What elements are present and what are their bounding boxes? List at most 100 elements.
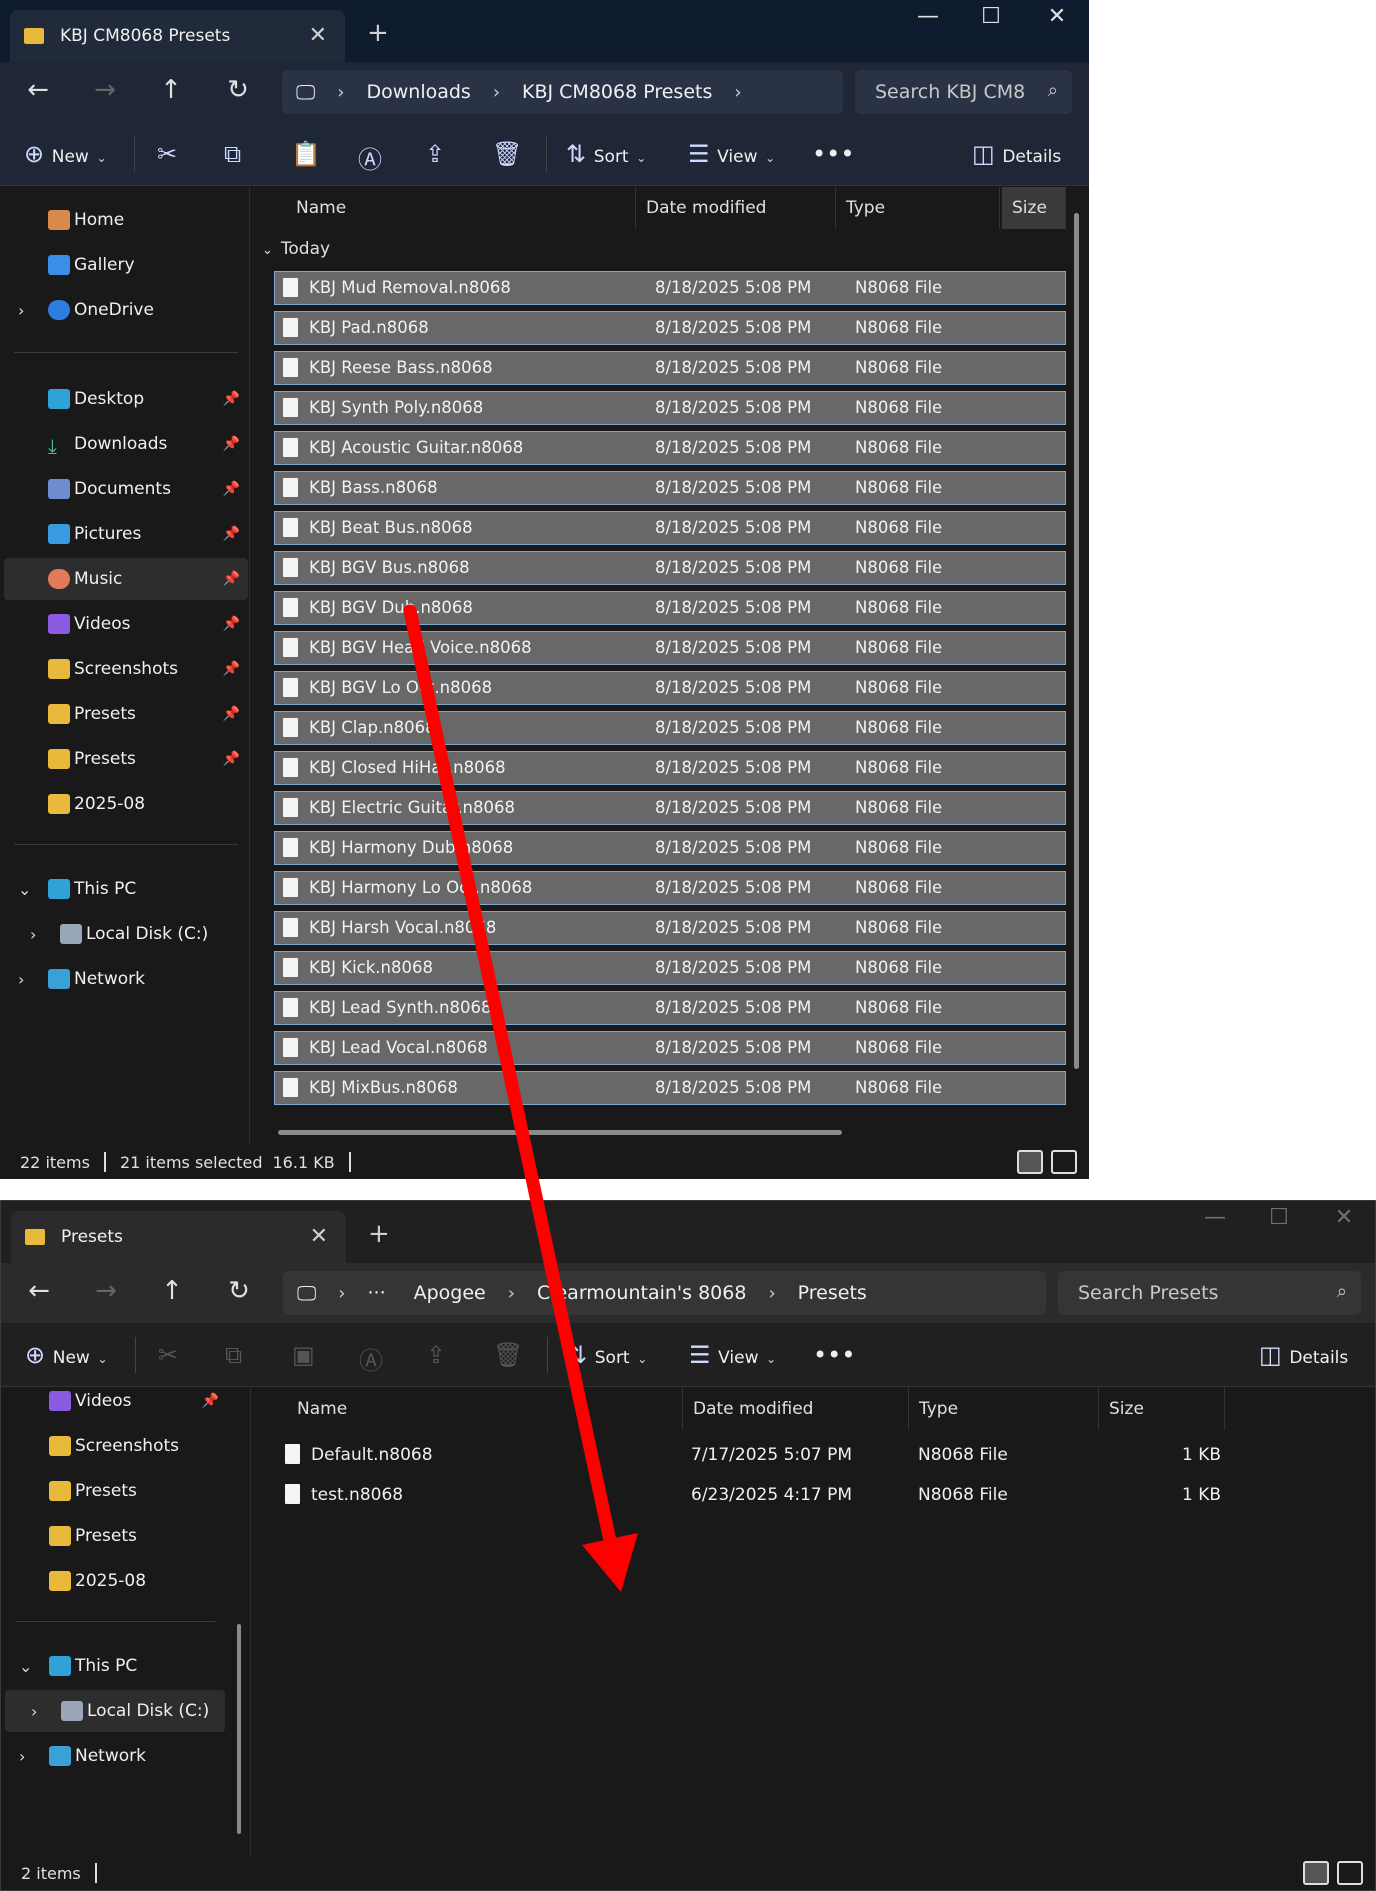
file-row[interactable]: KBJ Clap.n8068 8/18/2025 5:08 PM N8068 Fil… <box>274 711 1066 745</box>
chevron-right-icon[interactable]: › <box>18 301 24 320</box>
breadcrumb-ellipsis[interactable]: ··· <box>367 1282 385 1304</box>
delete-icon[interactable]: 🗑 <box>492 140 522 168</box>
breadcrumb-presets[interactable]: Presets <box>798 1282 867 1304</box>
sort-button[interactable]: ⇅ Sort ⌄ <box>566 140 646 168</box>
file-row[interactable]: KBJ Reese Bass.n8068 8/18/2025 5:08 PM N80… <box>274 351 1066 385</box>
breadcrumb-clearmountain[interactable]: Clearmountain's 8068 <box>537 1282 747 1304</box>
sort-button[interactable]: ⇅ Sort ⌄ <box>567 1341 647 1369</box>
chevron-right-icon[interactable]: › <box>19 1747 25 1766</box>
chevron-right-icon[interactable]: › <box>30 925 36 944</box>
sidebar-item-2025-08[interactable]: 2025-08 <box>5 1560 249 1602</box>
sidebar-item-gallery[interactable]: Gallery <box>4 244 248 286</box>
chevron-down-icon[interactable]: ⌄ <box>19 1657 32 1676</box>
more-options-icon[interactable]: ••• <box>813 1341 855 1369</box>
file-row[interactable]: KBJ MixBus.n8068 8/18/2025 5:08 PM N8068 F… <box>274 1071 1066 1105</box>
sidebar-item-downloads[interactable]: ⤓ Downloads 📌 <box>4 423 248 465</box>
file-row[interactable]: KBJ Synth Poly.n8068 8/18/2025 5:08 PM N80… <box>274 391 1066 425</box>
sidebar-item-presets[interactable]: Presets 📌 <box>4 693 248 735</box>
file-row[interactable]: KBJ Lead Synth.n8068 8/18/2025 5:08 PM N80… <box>274 991 1066 1025</box>
close-window-button[interactable]: ✕ <box>1324 1205 1364 1230</box>
rename-icon[interactable]: Ⓐ <box>358 140 382 175</box>
file-row[interactable]: KBJ Harmony Dub.n8068 8/18/2025 5:08 PM N8… <box>274 831 1066 865</box>
sidebar-item-pictures[interactable]: Pictures 📌 <box>4 513 248 555</box>
refresh-button[interactable]: ↻ <box>220 75 256 105</box>
file-row[interactable]: KBJ Harsh Vocal.n8068 8/18/2025 5:08 PM N8… <box>274 911 1066 945</box>
details-button[interactable]: ◫ Details <box>1259 1341 1348 1369</box>
chevron-down-icon[interactable]: ⌄ <box>18 880 31 899</box>
file-row[interactable]: KBJ BGV Head Voice.n8068 8/18/2025 5:08 P… <box>274 631 1066 665</box>
file-row[interactable]: KBJ Bass.n8068 8/18/2025 5:08 PM N8068 Fil… <box>274 471 1066 505</box>
tab-presets[interactable]: Presets ✕ <box>11 1211 346 1263</box>
file-row[interactable]: KBJ BGV Bus.n8068 8/18/2025 5:08 PM N8068 … <box>274 551 1066 585</box>
back-button[interactable]: ← <box>20 75 56 105</box>
sidebar-item-this-pc[interactable]: ⌄ This PC <box>4 868 248 910</box>
forward-button[interactable]: → <box>88 1276 124 1306</box>
file-row[interactable]: KBJ Pad.n8068 8/18/2025 5:08 PM N8068 File <box>274 311 1066 345</box>
sidebar-item-presets[interactable]: Presets 📌 <box>4 738 248 780</box>
column-header-type[interactable]: Type <box>836 187 1000 229</box>
view-button[interactable]: ☰ View ⌄ <box>689 1341 776 1369</box>
file-row[interactable]: KBJ BGV Lo Oct.n8068 8/18/2025 5:08 PM N80… <box>274 671 1066 705</box>
breadcrumb-apogee[interactable]: Apogee <box>414 1282 486 1304</box>
tiles-view-icon[interactable] <box>1051 1150 1077 1174</box>
details-button[interactable]: ◫ Details <box>972 140 1061 168</box>
up-button[interactable]: ↑ <box>153 75 189 105</box>
new-tab-button[interactable]: + <box>368 1219 390 1249</box>
rename-icon[interactable]: Ⓐ <box>359 1341 383 1376</box>
paste-icon[interactable]: 📋 <box>291 140 321 168</box>
sidebar-item-home[interactable]: Home <box>4 199 248 241</box>
file-row[interactable]: Default.n8068 7/17/2025 5:07 PM N8068 File… <box>281 1438 1221 1474</box>
chevron-right-icon[interactable]: › <box>31 1702 37 1721</box>
more-options-icon[interactable]: ••• <box>812 140 854 168</box>
sidebar-item-network[interactable]: › Network <box>4 958 248 1000</box>
minimize-button[interactable]: — <box>1195 1205 1235 1230</box>
view-button[interactable]: ☰ View ⌄ <box>688 140 775 168</box>
file-row[interactable]: KBJ Kick.n8068 8/18/2025 5:08 PM N8068 Fil… <box>274 951 1066 985</box>
sidebar-item-desktop[interactable]: Desktop 📌 <box>4 378 248 420</box>
breadcrumb[interactable]: 🖵 › ··· Apogee › Clearmountain's 8068 › … <box>283 1271 1046 1315</box>
breadcrumb[interactable]: 🖵 › Downloads › KBJ CM8068 Presets › <box>282 70 843 114</box>
file-row[interactable]: KBJ Acoustic Guitar.n8068 8/18/2025 5:08 … <box>274 431 1066 465</box>
vertical-scrollbar[interactable] <box>1074 213 1079 1069</box>
sidebar-item-this-pc[interactable]: ⌄ This PC <box>5 1645 249 1687</box>
sidebar-item-presets[interactable]: Presets <box>5 1515 249 1557</box>
column-header-date[interactable]: Date modified <box>636 187 836 229</box>
copy-icon[interactable]: ⧉ <box>224 140 241 168</box>
file-row[interactable]: KBJ Mud Removal.n8068 8/18/2025 5:08 PM N8… <box>274 271 1066 305</box>
close-tab-icon[interactable]: ✕ <box>309 23 327 48</box>
column-header-size[interactable]: Size <box>1002 187 1066 229</box>
sidebar-item-music[interactable]: Music 📌 <box>4 558 248 600</box>
file-row[interactable]: KBJ Harmony Lo Oct.n8068 8/18/2025 5:08 P… <box>274 871 1066 905</box>
copy-icon[interactable]: ⧉ <box>225 1341 242 1369</box>
new-tab-button[interactable]: + <box>367 18 389 48</box>
maximize-button[interactable]: ☐ <box>1259 1205 1299 1230</box>
delete-icon[interactable]: 🗑 <box>493 1341 523 1369</box>
cut-icon[interactable]: ✂ <box>157 140 177 168</box>
column-header-size[interactable]: Size <box>1099 1388 1225 1430</box>
file-row[interactable]: KBJ BGV Dub.n8068 8/18/2025 5:08 PM N8068 … <box>274 591 1066 625</box>
up-button[interactable]: ↑ <box>154 1276 190 1306</box>
horizontal-scrollbar[interactable] <box>278 1130 842 1135</box>
column-header-date[interactable]: Date modified <box>683 1388 909 1430</box>
breadcrumb-downloads[interactable]: Downloads <box>366 81 470 103</box>
sidebar-scrollbar[interactable] <box>237 1624 241 1834</box>
sidebar-item-screenshots[interactable]: Screenshots 📌 <box>4 648 248 690</box>
sidebar-item-videos[interactable]: Videos 📌 <box>5 1380 249 1422</box>
column-header-name[interactable]: Name <box>287 1388 683 1430</box>
new-button[interactable]: ⊕ New ⌄ <box>24 140 107 168</box>
back-button[interactable]: ← <box>21 1276 57 1306</box>
group-header-today[interactable]: ⌄ Today <box>262 239 330 259</box>
sidebar-item-network[interactable]: › Network <box>5 1735 249 1777</box>
tab-kbj-presets[interactable]: KBJ CM8068 Presets ✕ <box>10 10 345 62</box>
maximize-button[interactable]: ☐ <box>971 4 1011 29</box>
sidebar-item-videos[interactable]: Videos 📌 <box>4 603 248 645</box>
file-row[interactable]: KBJ Electric Guitar.n8068 8/18/2025 5:08 … <box>274 791 1066 825</box>
details-view-icon[interactable] <box>1303 1861 1329 1885</box>
chevron-right-icon[interactable]: › <box>18 970 24 989</box>
file-row[interactable]: KBJ Closed HiHat.n8068 8/18/2025 5:08 PM N… <box>274 751 1066 785</box>
column-header-type[interactable]: Type <box>909 1388 1099 1430</box>
paste-icon[interactable]: ▣ <box>292 1341 315 1369</box>
share-icon[interactable]: ⇪ <box>425 140 445 168</box>
sidebar-item-documents[interactable]: Documents 📌 <box>4 468 248 510</box>
forward-button[interactable]: → <box>87 75 123 105</box>
